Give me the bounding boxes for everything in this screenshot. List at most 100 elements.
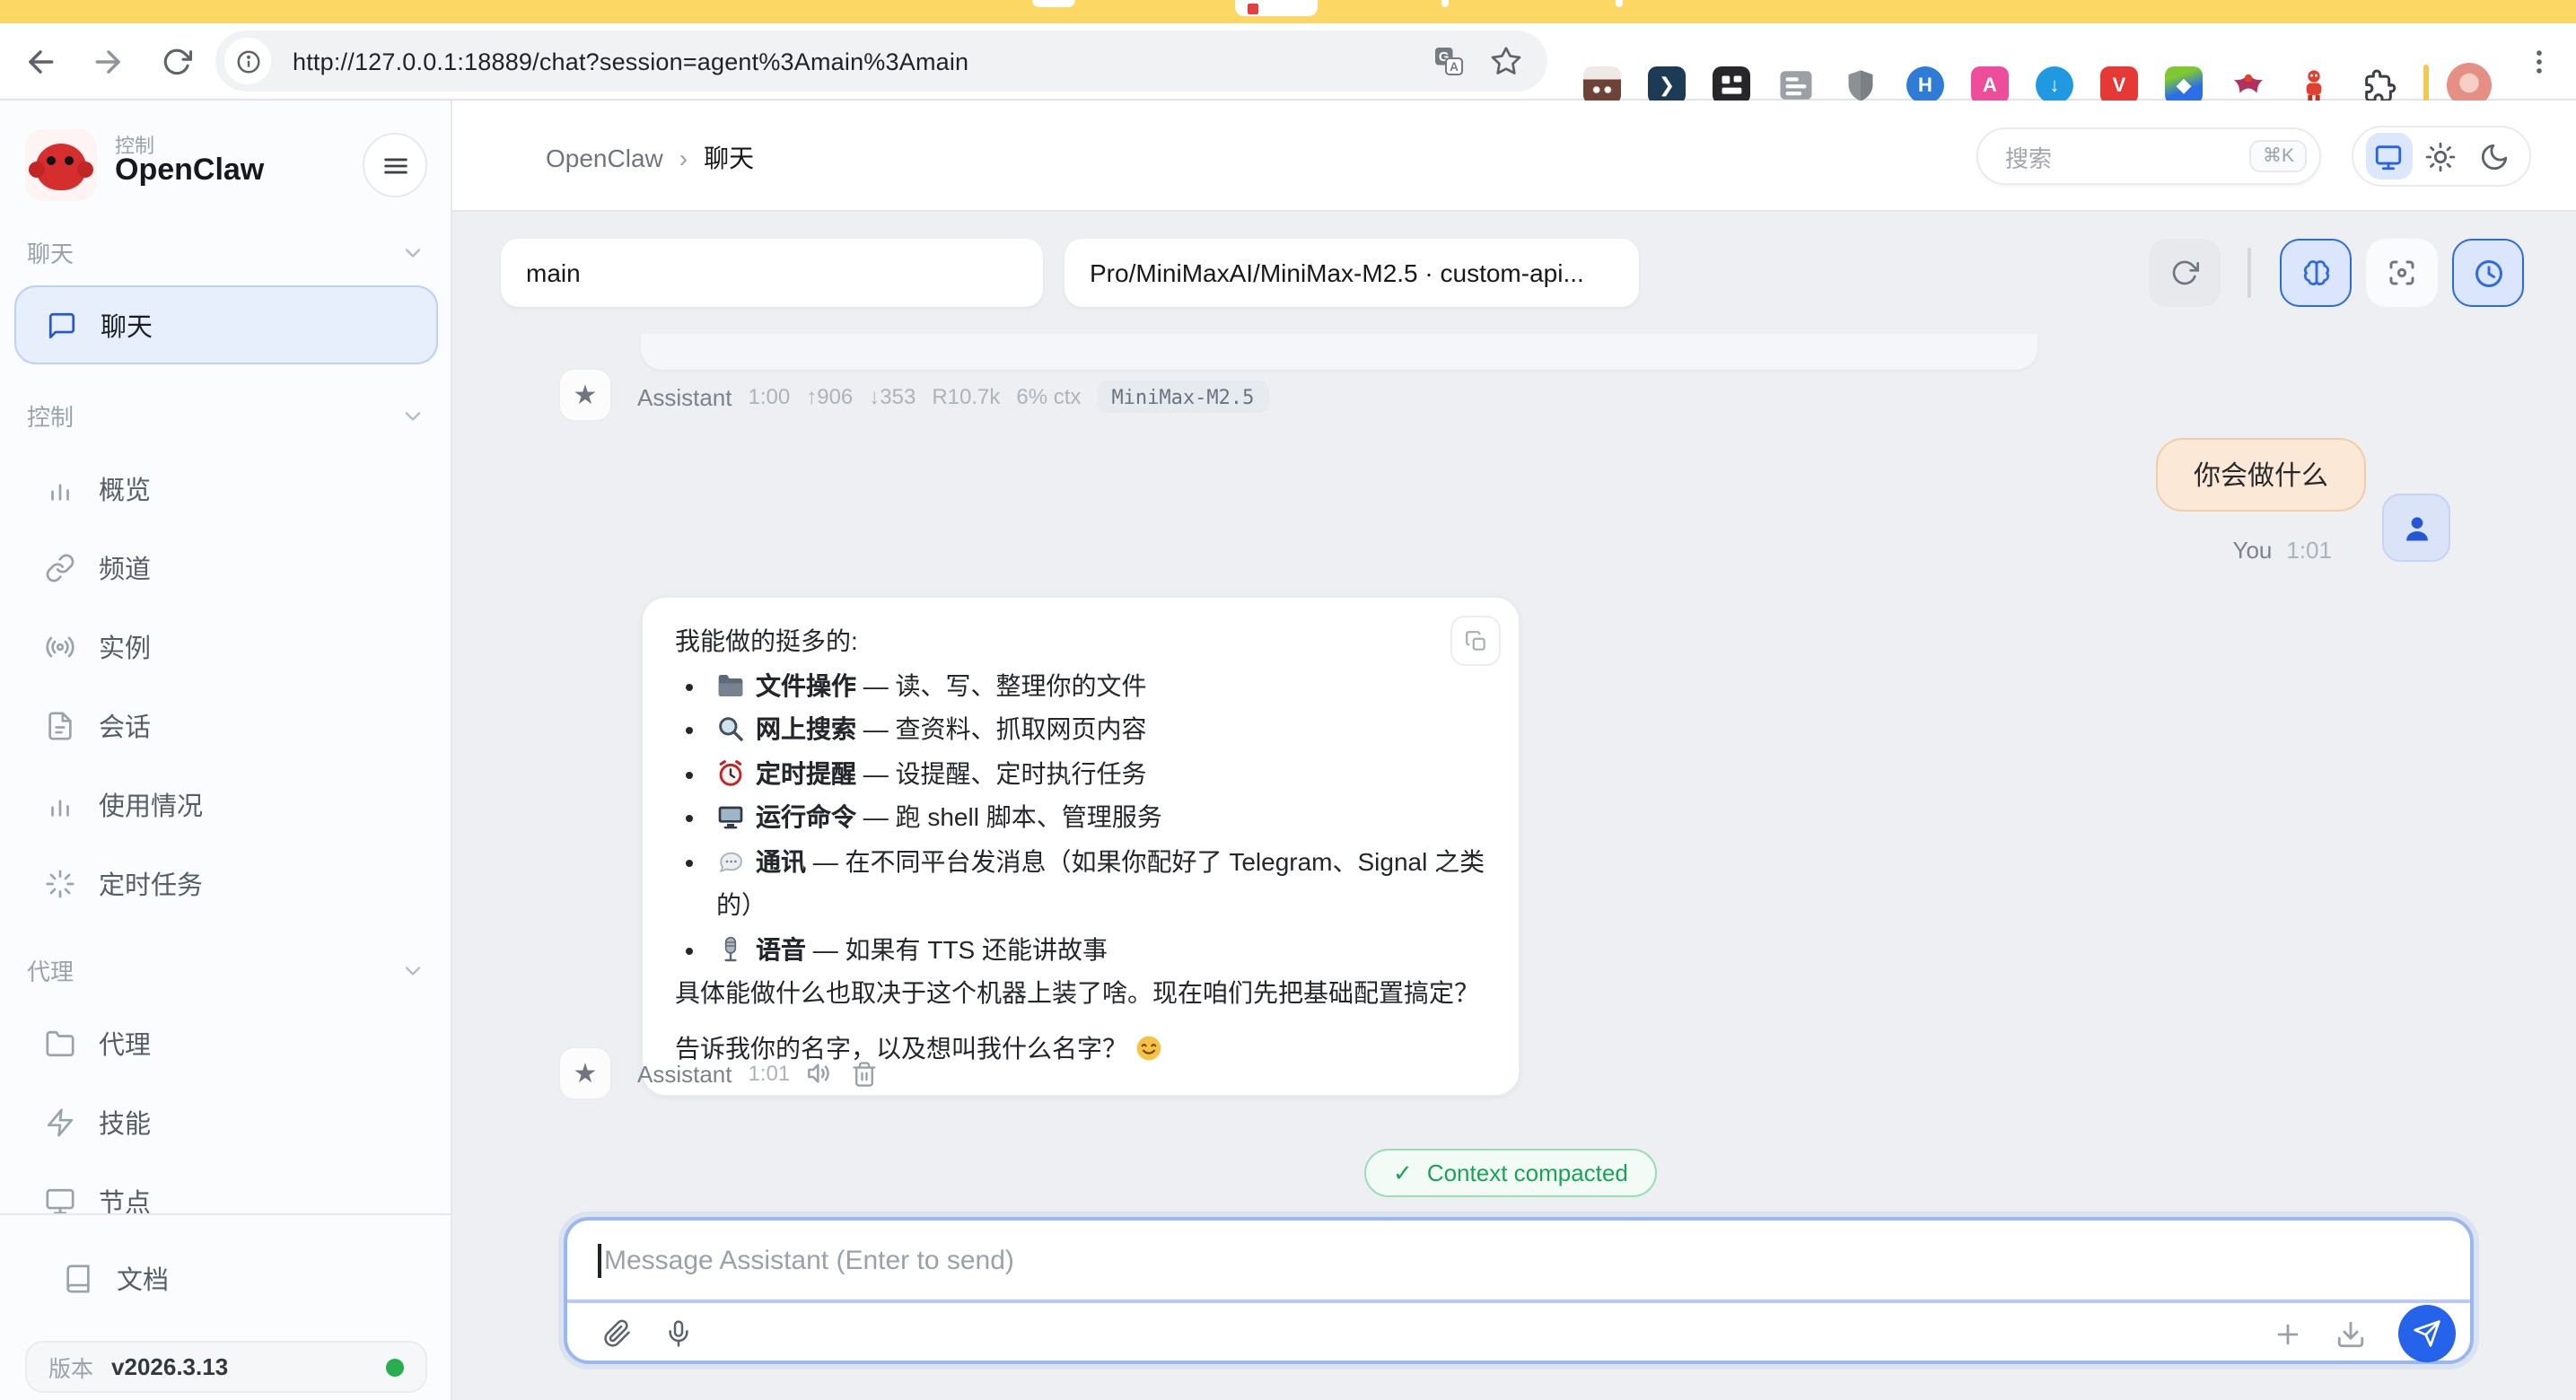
download-icon[interactable] [2335,1318,2366,1349]
url-text[interactable]: http://127.0.0.1:18889/chat?session=agen… [293,48,1433,74]
sidebar-item-agents[interactable]: 代理 [14,1003,438,1082]
sidebar-item-nodes[interactable]: 节点 [14,1161,438,1240]
focus-scan-icon[interactable] [2366,239,2438,307]
trash-icon[interactable] [851,1060,878,1087]
sidebar-item-overview[interactable]: 概览 [14,449,438,528]
diamond-extension-icon[interactable]: ◆ [2165,66,2203,104]
capability-item: 文件操作 — 读、写、整理你的文件 [713,663,1486,707]
sidebar-section-2[interactable]: 代理 [27,953,425,987]
folder-icon [45,1028,75,1058]
bookmark-star-icon[interactable] [1490,45,1522,77]
sidebar-item-docs[interactable]: 文档 [14,1238,438,1317]
light-sun-icon[interactable] [2418,133,2465,179]
forward-icon[interactable] [86,39,129,83]
browser-tabstrip [0,0,2576,23]
copy-icon[interactable] [1450,616,1501,666]
capability-item: 通讯 — 在不同平台发消息（如果你配好了 Telegram、Signal 之类的… [713,839,1486,927]
bird-extension-icon[interactable] [2230,66,2267,104]
assistant-outro-1: 具体能做什么也取决于这个机器上装了啥。现在咱们先把基础配置搞定？ [675,971,1486,1015]
microphone-icon[interactable] [664,1319,693,1348]
theme-switcher [2352,126,2531,187]
user-avatar [2382,494,2450,562]
dark-moon-icon[interactable] [2471,133,2518,179]
plus-icon[interactable] [2273,1318,2303,1349]
assistant-avatar: ★ [558,1046,612,1100]
gray-shield-extension-icon[interactable] [1842,66,1879,104]
sidebar-item-channels[interactable]: 频道 [14,528,438,607]
site-info-icon[interactable] [224,38,271,84]
sidebar-section-0[interactable]: 聊天 [27,235,425,269]
tokens-down: ↓353 [869,384,916,409]
search-shortcut-badge: ⌘K [2250,140,2307,172]
sidebar: 控制 OpenClaw 聊天聊天控制概览频道实例会话使用情况定时任务代理代理技能… [0,101,452,1400]
v-red-extension-icon[interactable]: V [2100,66,2138,104]
sidebar-collapse-button[interactable] [363,133,427,197]
bar-chart-icon [45,473,75,503]
assistant-author: Assistant [637,383,732,410]
search-emoji [716,714,745,743]
download-blue-extension-icon[interactable]: ↓ [2036,66,2073,104]
sidebar-item-usage[interactable]: 使用情况 [14,765,438,844]
browser-menu-icon[interactable] [2517,39,2560,83]
sidebar-section-1[interactable]: 控制 [27,398,425,433]
system-monitor-icon[interactable] [2365,133,2412,179]
monitor-icon [45,1186,75,1216]
extensions-puzzle-icon[interactable] [2359,66,2396,104]
zap-icon [45,1107,75,1137]
h-circle-extension-icon[interactable]: H [1906,66,1944,104]
navy-shield-extension-icon[interactable]: ❯ [1648,66,1686,104]
browser-toolbar: http://127.0.0.1:18889/chat?session=agen… [0,23,2576,101]
context-usage: 6% ctx [1016,384,1081,409]
session-name-value: main [526,258,581,287]
clipped-previous-message [641,334,2037,370]
chevron-down-icon [400,240,425,265]
extension-icons-row: ❯ HA ↓ V ◆ [1583,66,2396,104]
version-card: 版本 v2026.3.13 [25,1341,427,1393]
composer: Message Assistant (Enter to send) [564,1217,2474,1364]
keyboard-extension-icon[interactable] [1713,66,1750,104]
breadcrumb: OpenClaw › 聊天 [546,140,754,176]
send-icon[interactable] [2398,1305,2456,1362]
chevron-down-icon [400,403,425,428]
tab-fragment [1441,0,1449,7]
link-icon [45,552,75,582]
capability-item: 语音 — 如果有 TTS 还能讲故事 [713,927,1486,971]
speaker-icon[interactable] [806,1059,835,1088]
sidebar-item-chat[interactable]: 聊天 [14,285,438,364]
version-value: v2026.3.13 [111,1353,368,1380]
brain-icon[interactable] [2280,239,2352,307]
sidebar-item-instances[interactable]: 实例 [14,607,438,686]
address-bar[interactable]: http://127.0.0.1:18889/chat?session=agen… [215,31,1547,92]
assistant-message-meta: Assistant 1:00 ↑906 ↓353 R10.7k 6% ctx M… [637,381,1268,413]
loader-icon [45,868,75,898]
translate-pink-extension-icon[interactable]: A [1971,66,2009,104]
user-author: You [2233,537,2273,564]
version-label: 版本 [48,1350,93,1384]
assistant-message-bubble: 我能做的挺多的: 文件操作 — 读、写、整理你的文件网上搜索 — 查资料、抓取网… [641,596,1520,1097]
refresh-icon[interactable] [2149,239,2221,307]
red-figure-extension-icon[interactable] [2294,66,2332,104]
sidebar-item-sessions[interactable]: 会话 [14,686,438,765]
translate-icon[interactable]: GA [1433,45,1465,77]
screen: http://127.0.0.1:18889/chat?session=agen… [0,0,2576,1400]
bar-chart-icon [45,789,75,819]
status-badge: ✓ Context compacted [1364,1149,1657,1197]
assistant-intro: 我能做的挺多的: [675,619,1486,663]
session-name-input[interactable]: main [501,239,1043,307]
book-icon [63,1263,93,1293]
sidebar-item-cron[interactable]: 定时任务 [14,844,438,923]
message-input[interactable]: Message Assistant (Enter to send) [567,1221,2470,1299]
sidebar-item-skills[interactable]: 技能 [14,1082,438,1161]
reload-icon[interactable] [154,39,197,83]
search-input[interactable]: 搜索 ⌘K [1976,127,2321,185]
file-icon [45,710,75,740]
mask-extension-icon[interactable] [1583,66,1621,104]
card-extension-icon[interactable] [1777,66,1815,104]
active-tab-fragment[interactable] [1235,0,1318,16]
back-icon[interactable] [18,39,61,83]
history-clock-icon[interactable] [2452,239,2524,307]
attachment-icon[interactable] [603,1319,632,1348]
tab-fragment [1032,0,1075,7]
breadcrumb-root[interactable]: OpenClaw [546,144,663,172]
model-select[interactable]: Pro/MiniMaxAI/MiniMax-M2.5 · custom-api.… [1065,239,1639,307]
